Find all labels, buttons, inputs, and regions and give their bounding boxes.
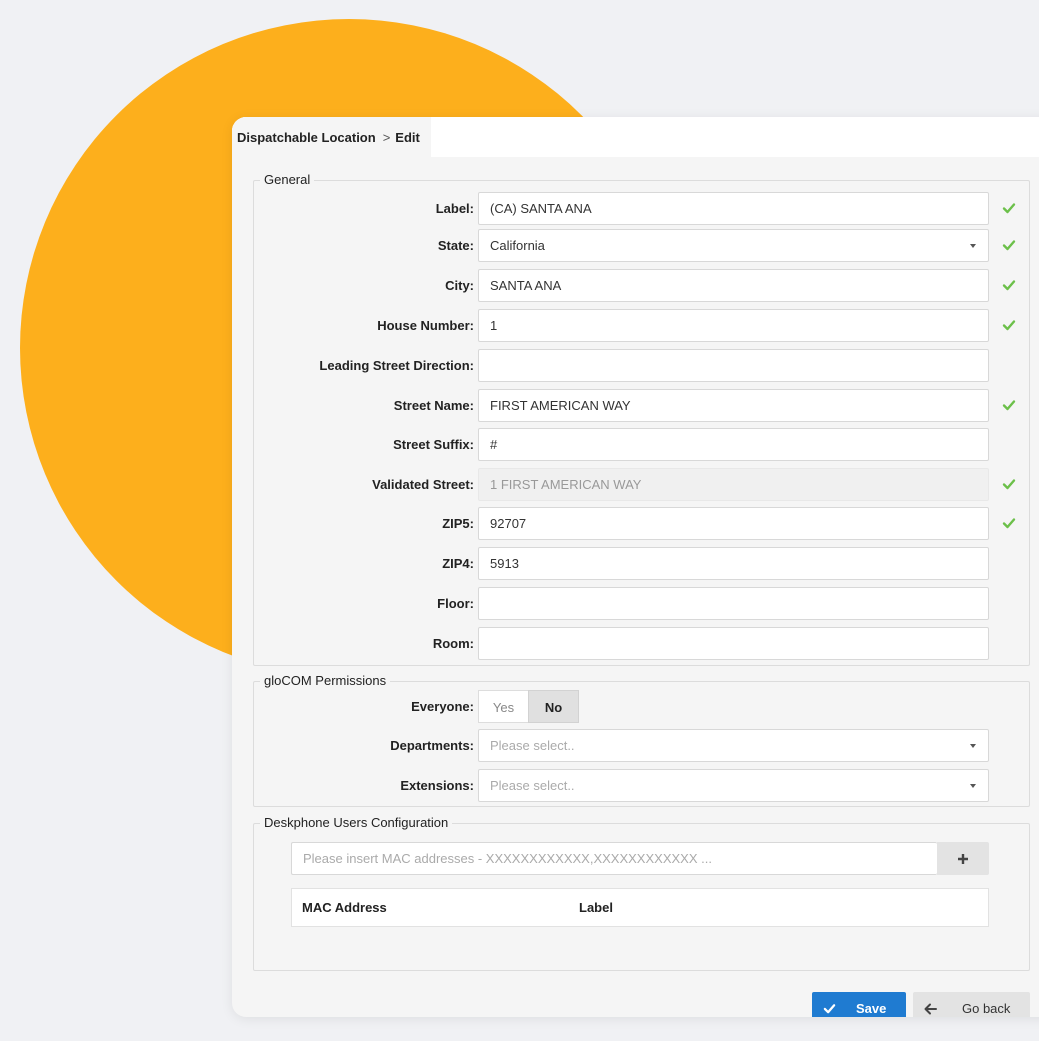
go-back-label: Go back (962, 1001, 1011, 1016)
breadcrumb: Dispatchable Location > Edit (232, 117, 431, 157)
leading-street-direction-input[interactable] (478, 349, 989, 382)
departments-label: Departments: (390, 738, 474, 753)
label-label: Label: (435, 201, 474, 216)
save-button[interactable]: Save (812, 992, 906, 1017)
validated-street-label: Validated Street: (372, 477, 474, 492)
chevron-down-icon (970, 744, 976, 748)
departments-select[interactable]: Please select.. (478, 729, 989, 762)
everyone-yes-option[interactable]: Yes (478, 690, 528, 723)
departments-placeholder: Please select.. (490, 738, 575, 753)
state-value: California (490, 238, 545, 253)
breadcrumb-separator: > (382, 129, 391, 145)
street-name-input[interactable]: FIRST AMERICAN WAY (478, 389, 989, 422)
state-select[interactable]: California (478, 229, 989, 262)
check-icon (1002, 400, 1016, 411)
check-icon (1002, 203, 1016, 214)
permissions-legend: gloCOM Permissions (260, 673, 391, 689)
plus-icon (958, 853, 968, 864)
breadcrumb-root[interactable]: Dispatchable Location (237, 130, 376, 145)
zip5-input[interactable]: 92707 (478, 507, 989, 540)
check-icon (823, 1004, 836, 1014)
check-icon (1002, 320, 1016, 331)
mac-address-input[interactable]: Please insert MAC addresses - XXXXXXXXXX… (291, 842, 937, 875)
floor-label: Floor: (437, 596, 474, 611)
street-suffix-input[interactable]: # (478, 428, 989, 461)
room-label: Room: (432, 636, 474, 651)
arrow-left-icon (924, 1003, 937, 1014)
label-column-header[interactable]: Label (579, 889, 613, 926)
general-legend: General (260, 172, 315, 188)
panel-header: Dispatchable Location > Edit (232, 117, 1039, 157)
room-input[interactable] (478, 627, 989, 660)
everyone-no-option[interactable]: No (528, 690, 579, 723)
extensions-label: Extensions: (400, 778, 474, 793)
check-icon (1002, 479, 1016, 490)
mac-address-column-header[interactable]: MAC Address (302, 889, 387, 926)
deskphone-legend: Deskphone Users Configuration (260, 815, 453, 831)
edit-panel: Dispatchable Location > Edit General Lab… (232, 117, 1039, 1017)
zip4-label: ZIP4: (442, 556, 474, 571)
check-icon (1002, 280, 1016, 291)
state-label: State: (437, 238, 474, 253)
zip5-label: ZIP5: (442, 516, 474, 531)
street-suffix-label: Street Suffix: (393, 437, 474, 452)
validated-street-input: 1 FIRST AMERICAN WAY (478, 468, 989, 501)
extensions-select[interactable]: Please select.. (478, 769, 989, 802)
go-back-button[interactable]: Go back (913, 992, 1030, 1017)
add-mac-button[interactable] (937, 842, 989, 875)
leading-street-direction-label: Leading Street Direction: (319, 358, 474, 373)
zip4-input[interactable]: 5913 (478, 547, 989, 580)
floor-input[interactable] (478, 587, 989, 620)
mac-table: MAC Address Label (291, 888, 989, 927)
chevron-down-icon (970, 784, 976, 788)
save-label: Save (856, 1001, 887, 1016)
breadcrumb-current: Edit (395, 129, 420, 145)
street-name-label: Street Name: (393, 398, 474, 413)
label-input[interactable]: (CA) SANTA ANA (478, 192, 989, 225)
city-input[interactable]: SANTA ANA (478, 269, 989, 302)
chevron-down-icon (970, 244, 976, 248)
everyone-label: Everyone: (411, 699, 474, 714)
house-number-label: House Number: (377, 318, 474, 333)
house-number-input[interactable]: 1 (478, 309, 989, 342)
extensions-placeholder: Please select.. (490, 778, 575, 793)
city-label: City: (445, 278, 474, 293)
check-icon (1002, 518, 1016, 529)
everyone-toggle[interactable]: Yes No (478, 690, 579, 723)
check-icon (1002, 240, 1016, 251)
